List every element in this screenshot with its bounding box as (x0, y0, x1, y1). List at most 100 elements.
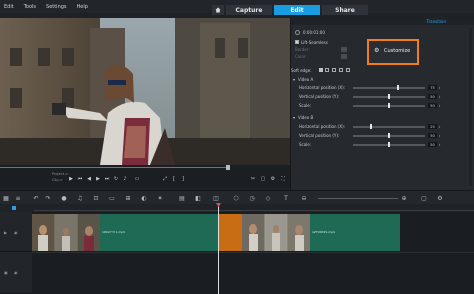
clip2-thumbnails[interactable] (242, 214, 310, 251)
fit-project-icon[interactable]: ▢ (420, 194, 428, 202)
home-icon (215, 7, 221, 13)
menu-tools[interactable]: Tools (24, 4, 36, 10)
lift-seamless-checkbox[interactable] (295, 40, 299, 44)
soft-edge-medium[interactable] (332, 68, 336, 72)
skip-end-icon[interactable]: ⏭ (104, 176, 110, 182)
panel-scrollbar[interactable] (469, 28, 472, 186)
video-a-x-knob[interactable] (397, 85, 399, 90)
video-a-scale-spinner[interactable]: ⇕ (438, 103, 441, 108)
track-manager-icon[interactable]: ▤ (178, 194, 186, 202)
soft-edge-max[interactable] (346, 68, 350, 72)
customize-button[interactable]: ⚙ Customize (367, 39, 419, 65)
repeat-icon[interactable]: ↻ (113, 176, 119, 182)
video-b-scale-value[interactable]: 50 (428, 142, 437, 147)
home-tab[interactable] (212, 5, 224, 15)
fullscreen-icon[interactable]: ⛶ (280, 176, 286, 182)
project-mode-label[interactable]: Project-> (52, 172, 68, 176)
timeline-settings-icon[interactable]: ⚙ (436, 194, 444, 202)
timeline-ruler[interactable] (0, 204, 474, 212)
video-b-expander[interactable]: ▾ (293, 115, 295, 120)
video-a-x-slider[interactable] (353, 87, 425, 89)
tab-share[interactable]: Share (322, 5, 368, 15)
menu-settings[interactable]: Settings (46, 4, 67, 10)
border-value[interactable] (341, 47, 347, 52)
storyboard-view-icon[interactable]: ▦ (2, 194, 10, 202)
color-grading-icon[interactable]: ◧ (194, 194, 202, 202)
video-b-x-slider[interactable] (353, 126, 425, 128)
mark-in-icon[interactable]: [ (171, 176, 177, 182)
video-b-x-value[interactable]: 25 (428, 124, 437, 129)
mark-out-icon[interactable]: ] (180, 176, 186, 182)
transition-region[interactable] (219, 214, 242, 251)
tab-capture[interactable]: Capture (226, 5, 272, 15)
keyframe-icon[interactable]: ◇ (264, 194, 272, 202)
video-b-scale-label: Scale: (299, 142, 312, 147)
zoom-out-icon[interactable]: ⊖ (300, 194, 308, 202)
video-b-y-spinner[interactable]: ⇕ (438, 133, 441, 138)
soft-edge-none[interactable] (319, 68, 323, 72)
menu-help[interactable]: Help (77, 4, 88, 10)
gear-icon: ⚙ (374, 47, 380, 54)
audio-mixer-icon[interactable]: ♫ (76, 194, 84, 202)
redo-icon[interactable]: ↷ (44, 194, 52, 202)
video-b-y-knob[interactable] (388, 133, 390, 138)
overlay-visibility-icon[interactable]: ◉ (14, 270, 18, 275)
pan-zoom-icon[interactable]: ✶ (156, 194, 164, 202)
speed-icon[interactable]: ◷ (248, 194, 256, 202)
video-b-y-value[interactable]: 50 (428, 133, 437, 138)
step-forward-icon[interactable]: ▶ (95, 176, 101, 182)
video-a-scale-value[interactable]: 50 (428, 103, 437, 108)
settings-icon[interactable]: ⚙ (270, 176, 276, 182)
skip-start-icon[interactable]: ⏮ (77, 176, 83, 182)
soft-edge-weak[interactable] (325, 68, 329, 72)
video-a-expander[interactable]: ▾ (293, 77, 295, 82)
step-back-icon[interactable]: ◀ (86, 176, 92, 182)
timecode-field[interactable]: ▭ (134, 176, 140, 182)
color-swatch[interactable] (341, 54, 347, 59)
motion-track-icon[interactable]: ⊡ (92, 194, 100, 202)
undo-icon[interactable]: ↶ (32, 194, 40, 202)
mask-creator-icon[interactable]: ◐ (140, 194, 148, 202)
video-track-header[interactable]: ▶ ◉ (0, 212, 32, 252)
video-b-scale-spinner[interactable]: ⇕ (438, 142, 441, 147)
clip1-thumbnails[interactable] (32, 214, 100, 251)
track-visibility-icon[interactable]: ◉ (14, 230, 18, 235)
split-screen-icon[interactable]: ◫ (212, 194, 220, 202)
mark-icon[interactable]: ⬡ (232, 194, 240, 202)
split-icon[interactable]: ✂ (250, 176, 256, 182)
zoom-in-icon[interactable]: ⊕ (400, 194, 408, 202)
volume-icon[interactable]: ♪ (122, 176, 128, 182)
video-a-y-value[interactable]: 50 (428, 94, 437, 99)
clip1-name: 1R627!!!1.mp4 (102, 230, 125, 234)
scrubber-progress (0, 167, 228, 168)
soft-edge-strong[interactable] (339, 68, 343, 72)
subtitle-icon[interactable]: ▭ (108, 194, 116, 202)
timeline-view-icon[interactable]: ≡ (14, 194, 22, 202)
play-icon[interactable]: ▶ (68, 176, 74, 182)
aspect-icon[interactable]: ▢ (260, 176, 266, 182)
video-a-y-spinner[interactable]: ⇕ (438, 94, 441, 99)
tab-edit[interactable]: Edit (274, 5, 320, 15)
duration-timecode[interactable]: 0:00:01:00 (303, 30, 325, 35)
timeline-playhead[interactable] (216, 203, 221, 294)
expand-icon[interactable]: ⤢ (162, 176, 168, 182)
overlay-track-header[interactable]: ▣ ◉ (0, 252, 32, 294)
video-a-y-knob[interactable] (388, 94, 390, 99)
timeline-toolbar: ▦ ≡ ↶ ↷ ● ♫ ⊡ ▭ ⊞ ◐ ✶ ▤ ◧ ◫ ⬡ ◷ ◇ T ⊖ ⊕ … (0, 190, 474, 204)
video-b-x-spinner[interactable]: ⇕ (438, 124, 441, 129)
video-preview[interactable] (0, 18, 290, 165)
video-b-scale-knob[interactable] (388, 142, 390, 147)
title-icon[interactable]: T (282, 194, 290, 202)
menu-edit[interactable]: Edit (4, 4, 14, 10)
video-b-x-knob[interactable] (370, 124, 372, 129)
video-a-scale-knob[interactable] (388, 103, 390, 108)
record-icon[interactable]: ● (60, 194, 68, 202)
clip1[interactable]: 1R627!!!1.mp4 (100, 214, 218, 251)
multi-camera-icon[interactable]: ⊞ (124, 194, 132, 202)
video-a-x-value[interactable]: 75 (428, 85, 437, 90)
zoom-slider[interactable] (318, 198, 398, 199)
video-a-x-spinner[interactable]: ⇕ (438, 85, 441, 90)
preview-frame-image (0, 18, 290, 165)
clip-mode-label[interactable]: Clip-> (52, 178, 63, 182)
clip2[interactable]: 1ZT9001S.mp4 (310, 214, 400, 251)
